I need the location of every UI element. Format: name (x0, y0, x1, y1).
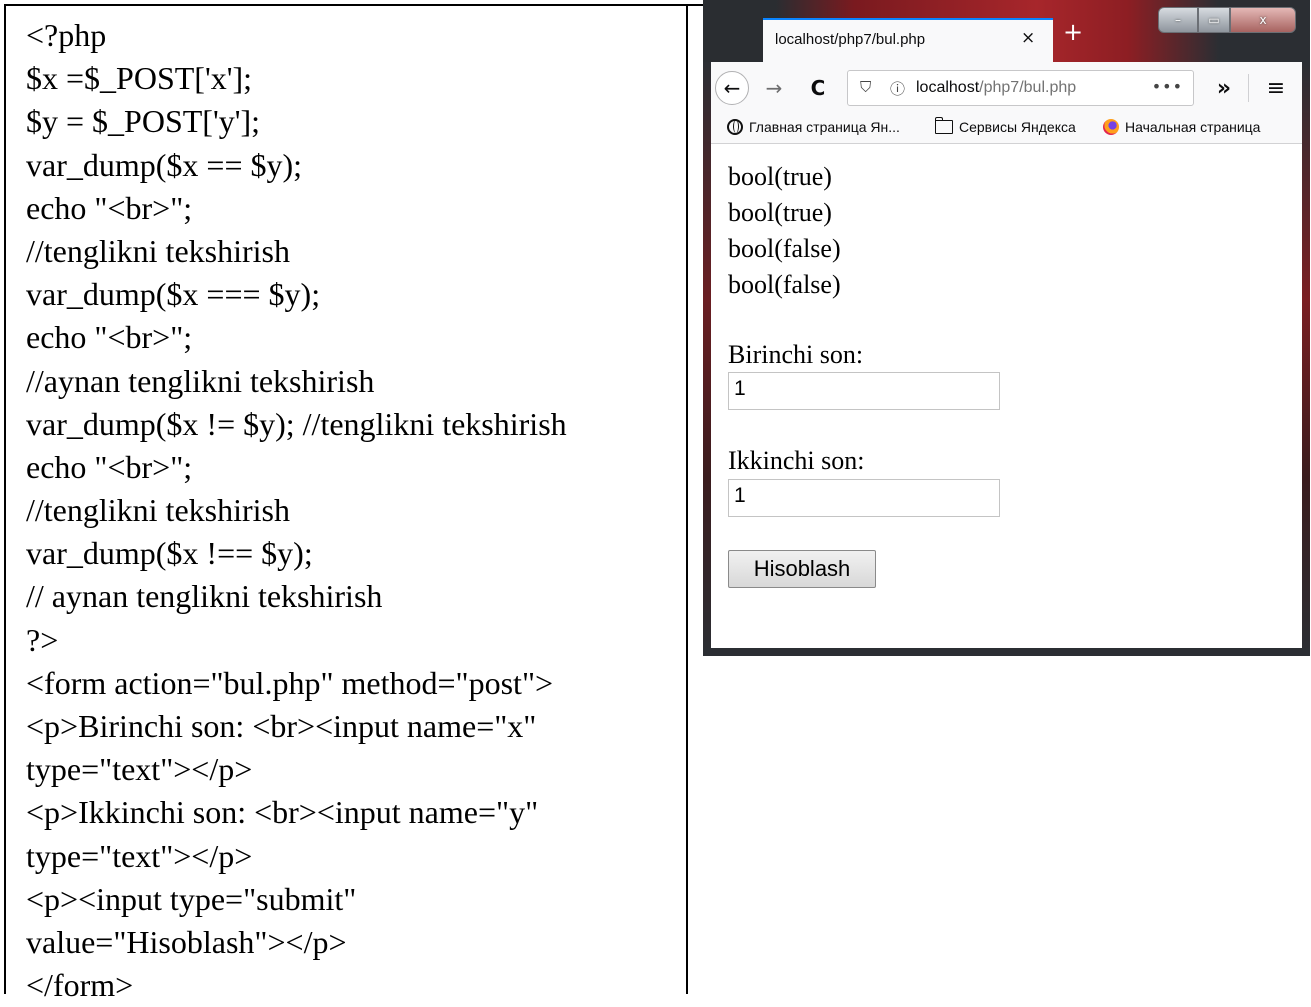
info-icon[interactable]: ⓘ (890, 78, 905, 99)
tab-title: localhost/php7/bul.php (775, 31, 926, 48)
bookmarks-toolbar: Главная страница Ян... Сервисы Яндекса Н… (711, 114, 1302, 144)
bookmark-label: Сервисы Яндекса (959, 119, 1076, 135)
code-line: var_dump($x === $y); (26, 276, 321, 313)
toolbar-divider (1248, 74, 1249, 102)
page-content: bool(true) bool(true) bool(false) bool(f… (711, 144, 1302, 648)
code-line: var_dump($x != $y); //tenglikni tekshiri… (26, 405, 567, 442)
code-line: echo "<br>"; (26, 319, 193, 356)
reload-button[interactable]: C (801, 71, 835, 105)
php-code-listing: <?php $x =$_POST['x']; $y = $_POST['y'];… (26, 14, 681, 1007)
url-bar[interactable]: ⛉ ⓘ localhost/php7/bul.php ••• (847, 70, 1194, 106)
tab-close-icon[interactable]: × (1021, 28, 1035, 48)
bookmark-yandex-home[interactable]: Главная страница Ян... (727, 119, 900, 135)
code-line: $x =$_POST['x']; (26, 60, 253, 97)
code-line: //tenglikni tekshirish (26, 232, 290, 269)
code-line: var_dump($x == $y); (26, 146, 303, 183)
url-path: /php7/bul.php (979, 79, 1077, 96)
code-line: <p>Birinchi son: <br><input name="x" (26, 708, 537, 744)
bookmark-label: Начальная страница (1125, 119, 1261, 135)
code-line: value="Hisoblash"></p> (26, 923, 347, 960)
second-number-input[interactable]: 1 (728, 479, 1000, 517)
firefox-icon (1103, 119, 1119, 135)
bookmark-label: Главная страница Ян... (749, 119, 900, 135)
code-line: <form action="bul.php" method="post"> (26, 664, 554, 701)
var-dump-output: bool(true) (728, 198, 832, 227)
browser-window: – ▭ x localhost/php7/bul.php × + ← → C ⛉… (703, 0, 1310, 656)
bookmark-start-page[interactable]: Начальная страница (1103, 119, 1260, 135)
code-line: type="text"></p> (26, 837, 253, 874)
code-line: //aynan tenglikni tekshirish (26, 362, 375, 399)
code-line: //tenglikni tekshirish (26, 492, 290, 529)
calculate-button[interactable]: Hisoblash (728, 550, 876, 588)
page-actions-icon[interactable]: ••• (1152, 77, 1183, 96)
code-line: echo "<br>"; (26, 448, 193, 485)
url-text[interactable]: localhost/php7/bul.php (916, 79, 1076, 97)
back-button[interactable]: ← (715, 71, 749, 105)
code-line: echo "<br>"; (26, 189, 193, 226)
globe-icon (727, 119, 743, 135)
forward-button[interactable]: → (757, 71, 791, 105)
code-line: type="text"></p> (26, 751, 253, 788)
code-line: </form> (26, 967, 134, 1004)
bookmark-yandex-services[interactable]: Сервисы Яндекса (935, 117, 1076, 135)
code-line: <p><input type="submit" (26, 880, 357, 917)
table-border-middle (686, 4, 688, 994)
window-border-right (1302, 62, 1310, 656)
code-line: <?php (26, 17, 107, 53)
code-line: ?> (26, 621, 59, 658)
code-line: <p>Ikkinchi son: <br><input name="y" (26, 794, 539, 831)
code-line: // aynan tenglikni tekshirish (26, 578, 383, 615)
var-dump-output: bool(false) (728, 234, 841, 263)
new-tab-icon[interactable]: + (1063, 18, 1083, 46)
first-number-input[interactable]: 1 (728, 372, 1000, 410)
var-dump-output: bool(false) (728, 270, 841, 299)
code-line: var_dump($x !== $y); (26, 535, 313, 572)
window-controls: – ▭ x (1158, 7, 1302, 33)
folder-icon (935, 117, 953, 134)
first-number-label: Birinchi son: (728, 340, 864, 369)
table-border-left (4, 4, 6, 994)
hamburger-menu-icon[interactable]: ≡ (1259, 71, 1293, 105)
second-number-label: Ikkinchi son: (728, 446, 865, 475)
overflow-chevron-icon[interactable]: » (1207, 71, 1241, 105)
maximize-button[interactable]: ▭ (1198, 7, 1230, 33)
url-host: localhost (916, 79, 980, 96)
code-line: $y = $_POST['y']; (26, 103, 261, 140)
window-border-left (703, 62, 711, 656)
navigation-toolbar: ← → C ⛉ ⓘ localhost/php7/bul.php ••• » ≡ (711, 62, 1302, 114)
tab-active[interactable]: localhost/php7/bul.php × (763, 18, 1053, 62)
minimize-button[interactable]: – (1158, 7, 1198, 33)
shield-icon[interactable]: ⛉ (860, 78, 871, 96)
close-window-button[interactable]: x (1230, 7, 1296, 33)
var-dump-output: bool(true) (728, 162, 832, 191)
window-border-bottom (703, 648, 1310, 656)
